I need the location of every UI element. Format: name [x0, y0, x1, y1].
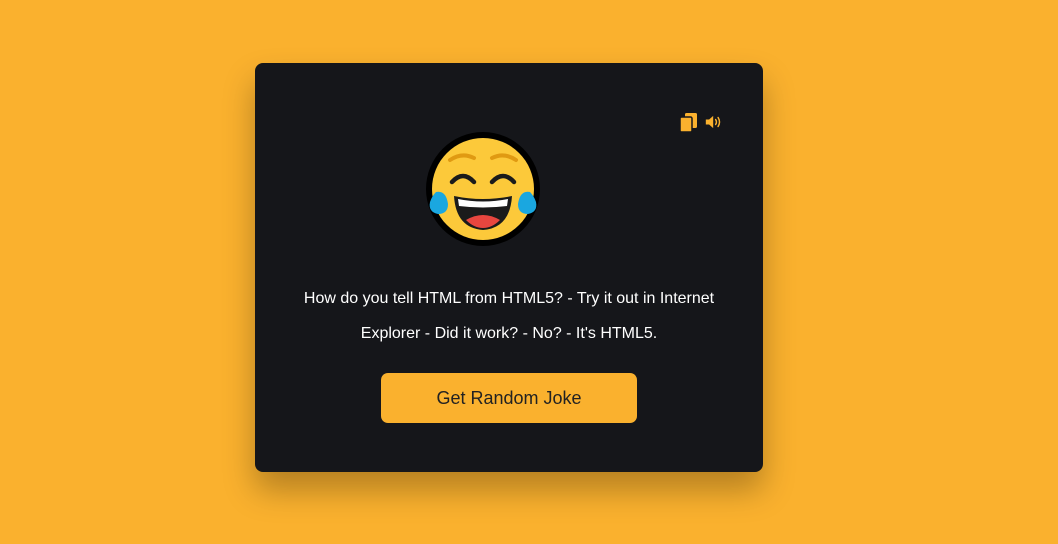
get-random-joke-button[interactable]: Get Random Joke: [381, 373, 637, 423]
face-with-tears-of-joy-icon: [424, 130, 542, 248]
card-toolbar: [679, 112, 723, 132]
copy-icon[interactable]: [679, 112, 697, 132]
joke-text: How do you tell HTML from HTML5? - Try i…: [303, 290, 715, 342]
speaker-icon[interactable]: [705, 113, 723, 131]
joke-card: How do you tell HTML from HTML5? - Try i…: [255, 63, 763, 472]
